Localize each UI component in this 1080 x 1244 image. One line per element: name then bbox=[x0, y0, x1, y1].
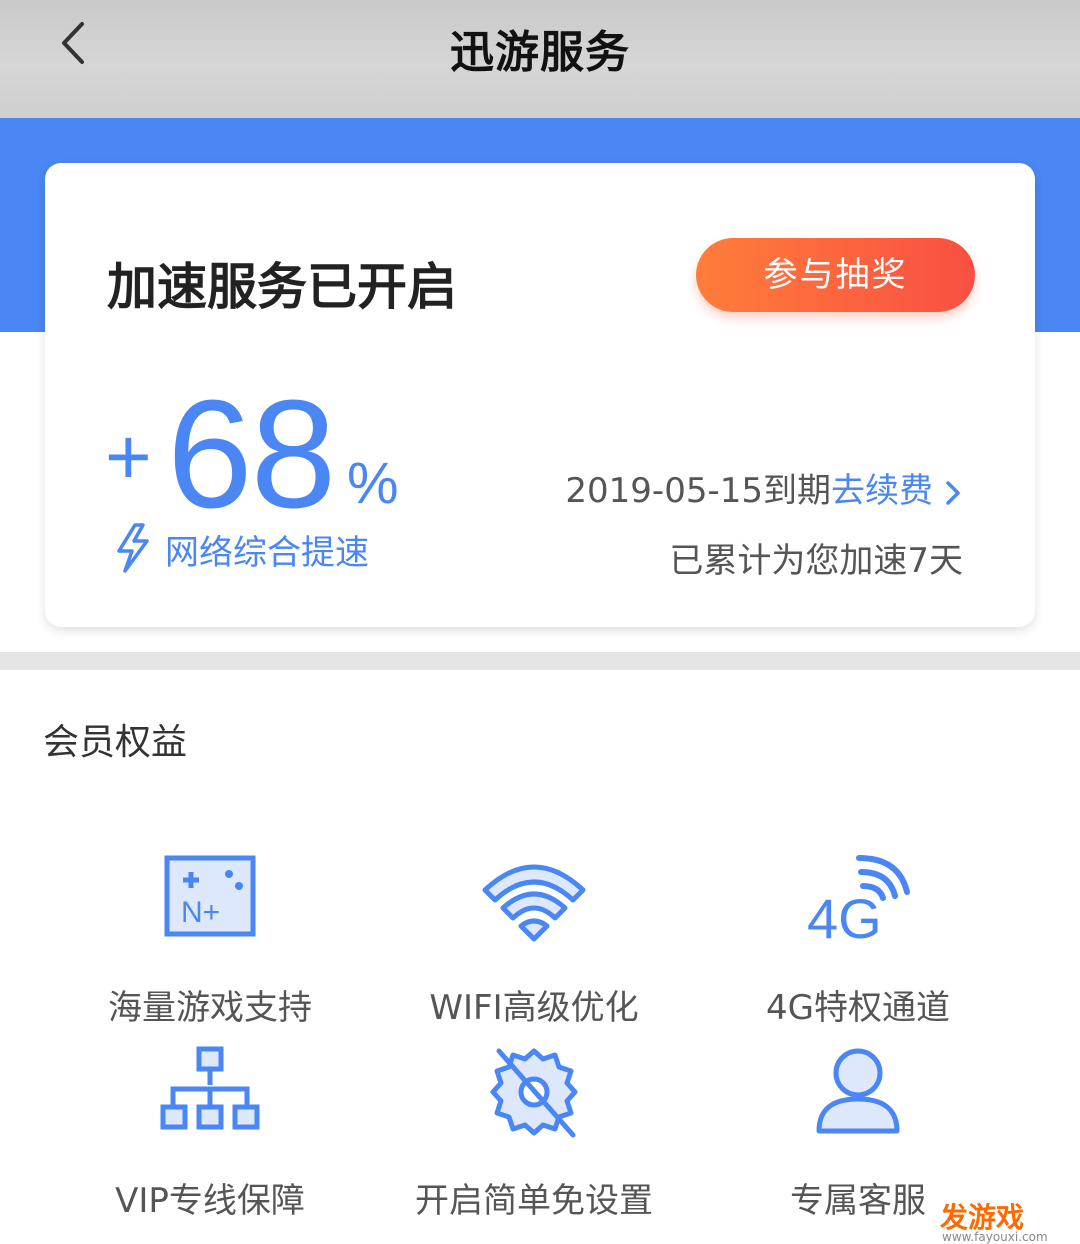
speed-label: 网络综合提速 bbox=[165, 533, 369, 573]
accumulated-days: 已累计为您加速7天 bbox=[669, 541, 963, 581]
benefit-label: 海量游戏支持 bbox=[108, 988, 312, 1028]
expiry-date: 2019-05-15到期 bbox=[565, 471, 831, 511]
speed-percent-sign: % bbox=[347, 451, 399, 516]
benefit-label: VIP专线保障 bbox=[115, 1181, 305, 1221]
benefits-title: 会员权益 bbox=[43, 722, 188, 763]
no-settings-gear-icon bbox=[490, 1048, 578, 1138]
section-divider bbox=[0, 652, 1080, 670]
4g-signal-icon: 4G bbox=[807, 855, 910, 950]
game-n-plus-icon: N+ bbox=[164, 855, 256, 937]
chevron-right-icon[interactable] bbox=[943, 480, 963, 506]
svg-text:N+: N+ bbox=[181, 896, 220, 929]
expiry-line: 2019-05-15到期去续费 bbox=[565, 463, 963, 512]
acceleration-status-title: 加速服务已开启 bbox=[107, 258, 457, 316]
benefit-label: WIFI高级优化 bbox=[429, 988, 639, 1028]
acceleration-card: 加速服务已开启 参与抽奖 + 68 % 网络综合提速 2019-05-15到期去… bbox=[45, 163, 1035, 627]
lightning-icon bbox=[117, 523, 149, 573]
speed-number: 68 bbox=[167, 368, 336, 540]
page-title: 迅游服务 bbox=[450, 27, 630, 78]
svg-text:4G: 4G bbox=[807, 887, 882, 950]
benefit-label: 开启简单免设置 bbox=[415, 1181, 653, 1221]
network-tree-icon bbox=[160, 1046, 260, 1130]
renew-link[interactable]: 去续费 bbox=[831, 471, 933, 511]
speed-plus-sign: + bbox=[105, 412, 152, 501]
user-icon bbox=[816, 1048, 900, 1134]
watermark-logo: 发游戏 www.fayouxi.com bbox=[940, 1196, 1048, 1244]
top-bar: 迅游服务 bbox=[0, 0, 1080, 118]
wifi-icon bbox=[482, 864, 586, 942]
lottery-button[interactable]: 参与抽奖 bbox=[696, 238, 975, 312]
benefit-label: 4G特权通道 bbox=[766, 988, 950, 1028]
watermark-url: www.fayouxi.com bbox=[942, 1230, 1048, 1244]
